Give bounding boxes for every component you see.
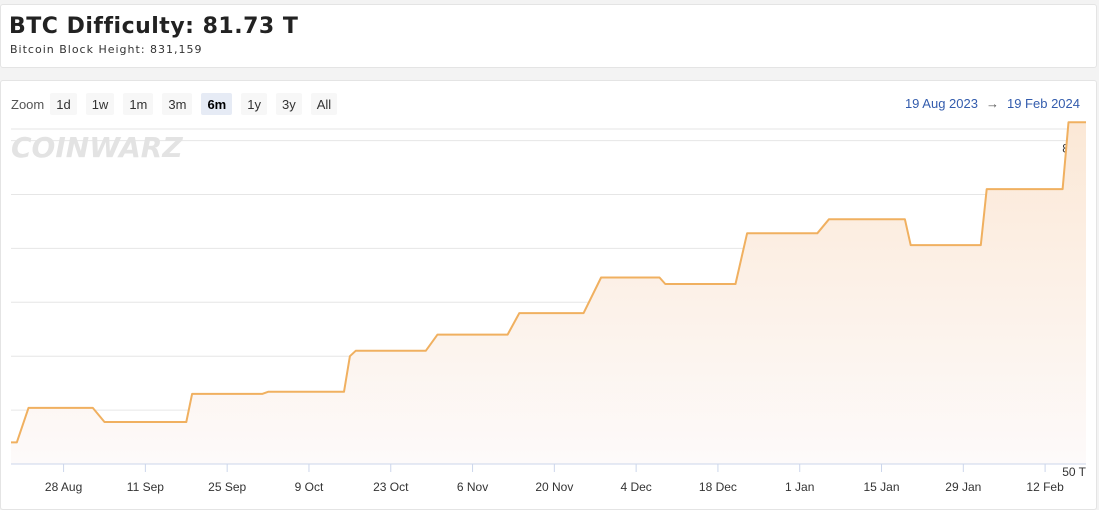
zoom-3m-button[interactable]: 3m (162, 93, 193, 115)
zoom-1y-button[interactable]: 1y (241, 93, 267, 115)
zoom-1d-button[interactable]: 1d (50, 93, 77, 115)
chart-card: 50 T55 T60 T65 T70 T75 T80 T28 Aug11 Sep… (0, 80, 1097, 510)
x-tick-label: 6 Nov (457, 480, 488, 494)
range-from-date[interactable]: 19 Aug 2023 (905, 96, 978, 111)
x-tick-label: 11 Sep (127, 480, 164, 494)
x-tick-label: 20 Nov (535, 480, 573, 494)
zoom-bar: Zoom 1d 1w 1m 3m 6m 1y 3y All (11, 93, 346, 115)
x-tick-label: 15 Jan (864, 480, 900, 494)
zoom-1m-button[interactable]: 1m (123, 93, 154, 115)
x-tick-label: 18 Dec (699, 480, 737, 494)
x-tick-label: 23 Oct (373, 480, 409, 494)
range-arrow-icon: → (985, 96, 999, 111)
difficulty-area-fill (11, 122, 1086, 464)
zoom-label: Zoom (11, 96, 45, 112)
zoom-1w-button[interactable]: 1w (85, 93, 115, 115)
block-height-subtitle: Bitcoin Block Height: 831,159 (10, 43, 203, 56)
date-range: 19 Aug 2023 → 19 Feb 2024 (905, 96, 1080, 111)
x-tick-label: 12 Feb (1026, 480, 1064, 494)
range-to-date[interactable]: 19 Feb 2024 (1007, 96, 1080, 111)
x-tick-label: 4 Dec (620, 480, 651, 494)
x-tick-label: 25 Sep (208, 480, 246, 494)
x-tick-label: 1 Jan (785, 480, 814, 494)
zoom-3y-button[interactable]: 3y (275, 93, 302, 115)
x-tick-label: 29 Jan (945, 480, 981, 494)
coinwarz-watermark-logo: COINWARZ (11, 131, 183, 164)
header-card: BTC Difficulty: 81.73 T Bitcoin Block He… (0, 4, 1097, 68)
page-title: BTC Difficulty: 81.73 T (9, 14, 299, 39)
y-tick-label: 50 T (1062, 465, 1086, 479)
zoom-6m-button[interactable]: 6m (201, 93, 233, 115)
zoom-all-button[interactable]: All (310, 93, 338, 115)
x-tick-label: 28 Aug (45, 480, 82, 494)
x-tick-label: 9 Oct (295, 480, 324, 494)
